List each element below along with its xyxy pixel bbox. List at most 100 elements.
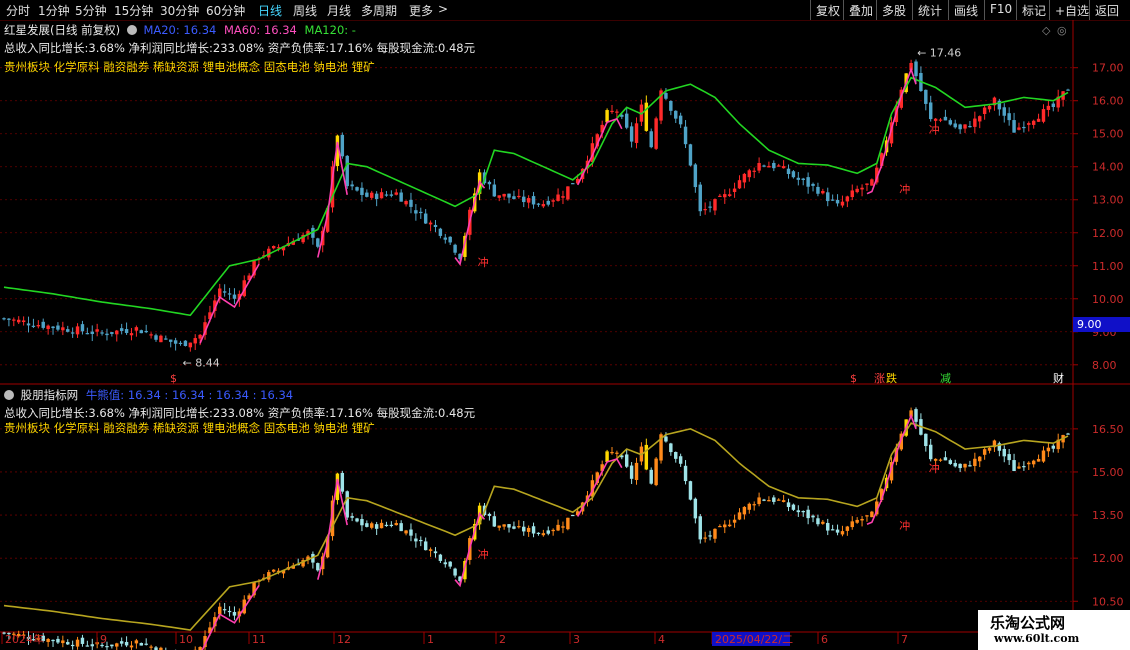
event-marker-2[interactable]: 涨	[874, 372, 885, 385]
toolbar: 分时 1分钟 5分钟 15分钟 30分钟 60分钟 日线 周线 月线 多周期 更多 > 复权 叠加 多股 统计…	[0, 0, 1130, 21]
top-candle-body	[978, 116, 982, 122]
toolbar-right-button-5[interactable]: F10	[990, 2, 1012, 16]
bottom-candle-body	[806, 509, 810, 519]
bottom-candle-body	[791, 504, 796, 510]
bottom-candle-body	[370, 523, 374, 528]
top-candle-body	[605, 110, 609, 123]
bottom-candle-body	[129, 645, 134, 648]
bottom-candle-body	[958, 463, 962, 469]
toolbar-right-button-0[interactable]: 复权	[816, 2, 840, 19]
bottom-candle-body	[865, 515, 869, 517]
top-candle-body	[865, 183, 869, 185]
bottom-candle-body	[1012, 460, 1016, 472]
bottom-candle-body	[982, 449, 987, 455]
event-marker-0[interactable]: $	[170, 372, 177, 385]
top-candle-body	[752, 170, 756, 172]
top-candle-body	[26, 323, 31, 326]
top-candle-body	[218, 288, 222, 298]
top-candle-body	[546, 200, 550, 205]
bottom-candle-body	[968, 465, 972, 467]
toolbar-tab-1[interactable]: 1分钟	[38, 2, 70, 19]
target-circle-icon[interactable]: ◎	[1057, 24, 1067, 37]
bottom-candle-body	[374, 524, 379, 529]
top-candle-body	[110, 332, 114, 334]
toolbar-right-button-4[interactable]: 画线	[954, 2, 978, 19]
bottom-candle-body	[987, 447, 992, 451]
bottom-candle-body	[448, 561, 452, 567]
bottom-candle-body	[502, 524, 506, 527]
bottom-candle-body	[51, 639, 55, 642]
toolbar-tab-4[interactable]: 30分钟	[160, 2, 199, 19]
toolbar-tab-2[interactable]: 5分钟	[75, 2, 107, 19]
watermark: 乐淘公式网 www.60lt.com	[978, 610, 1130, 650]
top-candle-body	[399, 192, 403, 202]
bottom-candle-body	[379, 522, 384, 529]
toolbar-right-button-8[interactable]: 返回	[1095, 2, 1119, 19]
bottom-candle-body	[536, 532, 541, 534]
top-candle-body	[46, 325, 50, 330]
toolbar-separator	[984, 0, 985, 20]
top-candle-body	[566, 186, 570, 200]
more-arrow-icon[interactable]: >	[438, 2, 448, 16]
top-candle-body	[51, 326, 55, 329]
toolbar-separator	[1089, 0, 1090, 20]
bottom-candle-body	[718, 526, 722, 528]
top-candle-body	[772, 162, 776, 169]
toolbar-right-button-1[interactable]: 叠加	[849, 2, 873, 19]
toolbar-right-button-3[interactable]: 统计	[918, 2, 942, 19]
bottom-candle-body	[517, 526, 521, 528]
top-candle-body	[801, 178, 805, 180]
y-tick-label-top: 11.00	[1092, 260, 1124, 273]
toolbar-right-button-2[interactable]: 多股	[882, 2, 906, 19]
top-candle-body	[497, 195, 501, 198]
top-candle-body	[732, 188, 737, 192]
ma120-line	[3, 76, 1069, 317]
event-marker-3[interactable]: 跌	[886, 371, 897, 385]
bottom-candle-body	[664, 436, 668, 442]
bottom-candle-body	[80, 637, 85, 644]
top-candle-body	[615, 111, 619, 113]
event-marker-4[interactable]: 减	[940, 372, 951, 385]
top-candle-body	[384, 194, 389, 196]
toolbar-right-button-6[interactable]: 标记	[1022, 2, 1046, 19]
toolbar-separator	[948, 0, 949, 20]
top-candle-body	[492, 184, 497, 197]
top-candle-body	[674, 110, 678, 119]
bottom-candle-body	[1031, 460, 1036, 465]
top-candle-body	[159, 335, 163, 343]
bottom-candle-body	[1051, 445, 1056, 449]
toolbar-tab-7[interactable]: 周线	[293, 2, 317, 19]
top-candle-body	[855, 188, 859, 193]
top-candle-body	[144, 330, 148, 333]
bottom-candle-body	[522, 526, 526, 532]
bottom-candle-body	[56, 638, 60, 643]
bottom-candle-body	[786, 502, 791, 508]
top-candle-body	[850, 190, 854, 198]
top-candle-body	[948, 120, 953, 125]
toolbar-tab-8[interactable]: 月线	[327, 2, 351, 19]
top-candle-body	[953, 123, 957, 128]
current-price-box: 9.00	[1073, 317, 1130, 332]
bottom-candle-body	[124, 641, 129, 646]
event-marker-1[interactable]: $	[850, 372, 857, 385]
event-marker-5[interactable]: 财	[1053, 371, 1064, 385]
bottom-candle-body	[688, 481, 693, 500]
bottom-candle-body	[66, 642, 70, 645]
toolbar-tab-0[interactable]: 分时	[6, 2, 30, 19]
toolbar-tab-5[interactable]: 60分钟	[206, 2, 245, 19]
toolbar-separator	[1049, 0, 1050, 20]
toolbar-tab-3[interactable]: 15分钟	[114, 2, 153, 19]
bottom-candle-body	[110, 644, 114, 647]
top-candle-body	[703, 209, 707, 211]
toolbar-tab-9[interactable]: 多周期	[361, 2, 397, 19]
bottom-candle-body	[1046, 447, 1051, 452]
toolbar-right-button-7[interactable]: +自选	[1055, 2, 1089, 19]
kline-chart[interactable]: 17.00 16.00 15.00 14.00 13.00 12.00 11.00 10.00…	[0, 20, 1130, 650]
toolbar-tab-6[interactable]: 日线	[258, 2, 282, 19]
bottom-candle-body	[144, 643, 148, 645]
top-candle-body	[634, 123, 639, 143]
toolbar-tab-10[interactable]: 更多	[409, 2, 433, 19]
bottom-candle-body	[963, 463, 967, 468]
y-tick-label-bottom: 12.00	[1092, 552, 1124, 565]
diamond-icon[interactable]: ◇	[1042, 24, 1051, 37]
